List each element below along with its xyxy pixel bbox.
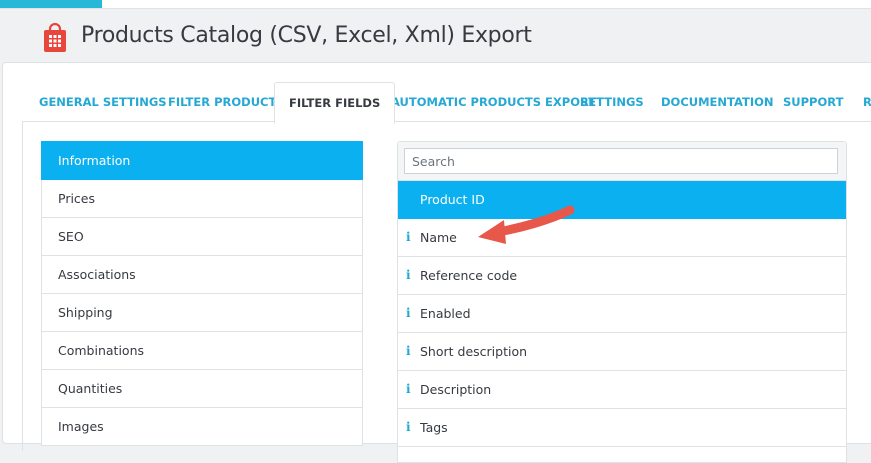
field-short-description[interactable]: i Short description	[398, 333, 846, 371]
field-label: Reference code	[420, 268, 518, 283]
search-input[interactable]	[404, 148, 838, 174]
tab-general-settings[interactable]: GENERAL SETTINGS	[39, 82, 167, 122]
field-label: Enabled	[420, 306, 471, 321]
field-enabled[interactable]: i Enabled	[398, 295, 846, 333]
field-description[interactable]: i Description	[398, 371, 846, 409]
category-seo[interactable]: SEO	[41, 218, 363, 256]
info-icon[interactable]: i	[406, 295, 414, 332]
tab-documentation[interactable]: DOCUMENTATION	[661, 82, 774, 122]
tab-automatic-products-export[interactable]: AUTOMATIC PRODUCTS EXPORT	[391, 82, 596, 122]
fields-panel: Product ID i Name i Reference code i Ena…	[397, 141, 847, 463]
category-list: Information Prices SEO Associations Ship…	[41, 141, 363, 446]
search-bar	[398, 142, 846, 181]
field-reference-code[interactable]: i Reference code	[398, 257, 846, 295]
category-images[interactable]: Images	[41, 408, 363, 446]
tab-filter-fields[interactable]: FILTER FIELDS	[274, 82, 396, 124]
info-icon[interactable]: i	[406, 409, 414, 446]
tab-bar: GENERAL SETTINGS FILTER PRODUCTS FILTER …	[23, 82, 871, 124]
field-label: Name	[420, 230, 457, 245]
category-information[interactable]: Information	[41, 141, 363, 180]
page-title: Products Catalog (CSV, Excel, Xml) Expor…	[81, 23, 532, 48]
page-header: Products Catalog (CSV, Excel, Xml) Expor…	[0, 9, 871, 59]
category-associations[interactable]: Associations	[41, 256, 363, 294]
category-shipping[interactable]: Shipping	[41, 294, 363, 332]
category-quantities[interactable]: Quantities	[41, 370, 363, 408]
info-icon[interactable]: i	[406, 333, 414, 370]
tab-settings[interactable]: SETTINGS	[580, 82, 644, 122]
field-name[interactable]: i Name	[398, 219, 846, 257]
shopping-bag-icon	[44, 23, 66, 52]
annotation-arrow-icon	[478, 205, 575, 244]
tab-underline	[22, 121, 871, 122]
field-label: Description	[420, 382, 492, 397]
info-icon[interactable]: i	[406, 371, 414, 408]
tab-truncated[interactable]: RE	[863, 82, 871, 122]
top-bar-accent	[0, 0, 102, 8]
info-icon[interactable]: i	[406, 257, 414, 294]
field-product-id[interactable]: Product ID	[398, 181, 846, 219]
info-icon[interactable]: i	[406, 219, 414, 256]
tab-filter-products[interactable]: FILTER PRODUCTS	[168, 82, 285, 122]
content-border	[22, 121, 23, 451]
field-tags[interactable]: i Tags	[398, 409, 846, 447]
top-bar	[0, 0, 871, 9]
category-combinations[interactable]: Combinations	[41, 332, 363, 370]
category-prices[interactable]: Prices	[41, 180, 363, 218]
field-label: Tags	[420, 420, 448, 435]
field-label: Short description	[420, 344, 528, 359]
tab-support[interactable]: SUPPORT	[783, 82, 843, 122]
